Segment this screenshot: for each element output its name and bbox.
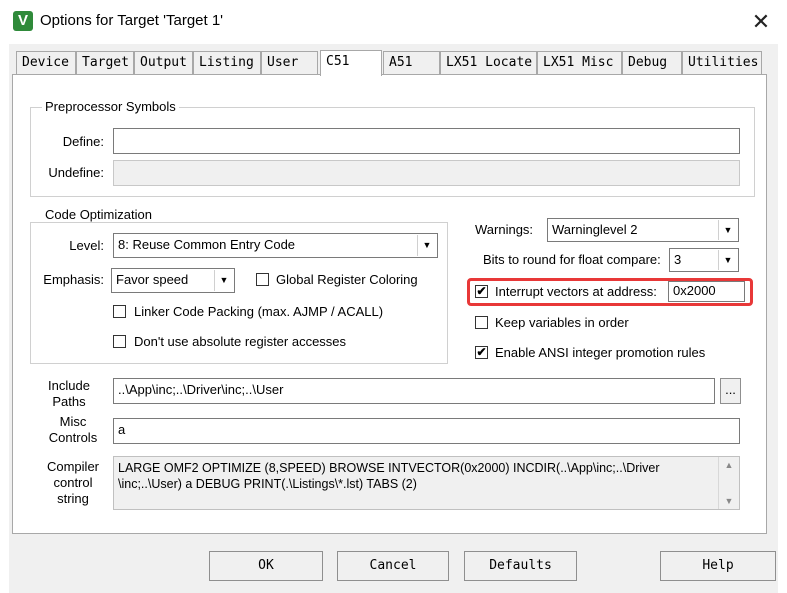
compiler-control-label: Compiler control string (40, 459, 106, 507)
tab-user[interactable]: User (261, 51, 318, 74)
compiler-label-line3: string (57, 491, 89, 506)
global-register-checkbox[interactable] (256, 273, 269, 286)
linker-packing-checkbox[interactable] (113, 305, 126, 318)
compiler-line-2: \inc;..\User) a DEBUG PRINT(.\Listings\*… (118, 477, 417, 491)
include-paths-label: Include Paths (40, 378, 98, 410)
ansi-promotion-label: Enable ANSI integer promotion rules (495, 345, 706, 360)
preprocessor-legend: Preprocessor Symbols (42, 99, 179, 114)
include-paths-input[interactable]: ..\App\inc;..\Driver\inc;..\User (113, 378, 715, 404)
keep-variables-checkbox[interactable] (475, 316, 488, 329)
keil-uvision-icon: V (13, 11, 33, 31)
emphasis-select[interactable]: Favor speed ▼ (111, 268, 235, 293)
level-value: 8: Reuse Common Entry Code (118, 237, 296, 252)
tab-c51[interactable]: C51 (320, 50, 382, 76)
chevron-down-icon[interactable]: ▼ (718, 220, 737, 240)
chevron-down-icon[interactable]: ▼ (214, 270, 233, 291)
compiler-control-string: LARGE OMF2 OPTIMIZE (8,SPEED) BROWSE INT… (113, 456, 740, 510)
tab-lx51-locate[interactable]: LX51 Locate (440, 51, 537, 74)
tab-utilities[interactable]: Utilities (682, 51, 762, 74)
emphasis-value: Favor speed (116, 272, 189, 287)
scroll-up-icon[interactable]: ▲ (719, 457, 739, 473)
dont-use-abs-checkbox[interactable] (113, 335, 126, 348)
code-optimization-legend: Code Optimization (42, 207, 155, 222)
emphasis-label: Emphasis: (43, 272, 104, 287)
compiler-string-scrollbar[interactable]: ▲ ▼ (718, 457, 739, 509)
level-select[interactable]: 8: Reuse Common Entry Code ▼ (113, 233, 438, 258)
compiler-line-1: LARGE OMF2 OPTIMIZE (8,SPEED) BROWSE INT… (118, 461, 660, 475)
tab-target[interactable]: Target (76, 51, 134, 74)
tab-device[interactable]: Device (16, 51, 76, 74)
include-label-line1: Include (48, 378, 90, 393)
bits-round-select[interactable]: 3 ▼ (669, 248, 739, 272)
tab-lx51-misc[interactable]: LX51 Misc (537, 51, 622, 74)
scroll-track[interactable] (719, 473, 739, 493)
tab-a51[interactable]: A51 (383, 51, 440, 74)
linker-packing-label: Linker Code Packing (max. AJMP / ACALL) (134, 304, 384, 319)
misc-controls-input[interactable]: a (113, 418, 740, 444)
close-icon[interactable]: ✕ (746, 8, 776, 36)
bits-round-label: Bits to round for float compare: (483, 252, 661, 267)
global-register-label: Global Register Coloring (276, 272, 418, 287)
warnings-value: Warninglevel 2 (552, 222, 638, 237)
cancel-button[interactable]: Cancel (337, 551, 449, 581)
chevron-down-icon[interactable]: ▼ (718, 250, 737, 270)
help-button[interactable]: Help (660, 551, 776, 581)
define-label: Define: (62, 134, 104, 149)
dont-use-abs-label: Don't use absolute register accesses (134, 334, 347, 349)
include-label-line2: Paths (52, 394, 86, 409)
tab-listing[interactable]: Listing (193, 51, 261, 74)
tab-debug[interactable]: Debug (622, 51, 682, 74)
ok-button[interactable]: OK (209, 551, 323, 581)
compiler-label-line2: control (53, 475, 93, 490)
window-title: Options for Target 'Target 1' (40, 12, 224, 29)
browse-include-button[interactable]: ... (720, 378, 741, 404)
tab-output[interactable]: Output (134, 51, 193, 74)
misc-label-line1: Misc (59, 414, 87, 429)
keep-variables-label: Keep variables in order (495, 315, 629, 330)
undefine-input[interactable] (113, 160, 740, 186)
compiler-label-line1: Compiler (46, 459, 99, 474)
warnings-select[interactable]: Warninglevel 2 ▼ (547, 218, 739, 242)
define-input[interactable] (113, 128, 740, 154)
highlight-annotation (467, 278, 753, 306)
ansi-promotion-checkbox[interactable]: ✔ (475, 346, 488, 359)
level-label: Level: (69, 238, 104, 253)
chevron-down-icon[interactable]: ▼ (417, 235, 436, 256)
bits-round-value: 3 (674, 252, 682, 267)
misc-controls-label: Misc Controls (40, 414, 106, 446)
defaults-button[interactable]: Defaults (464, 551, 577, 581)
warnings-label: Warnings: (475, 222, 534, 237)
undefine-label: Undefine: (48, 165, 104, 180)
misc-label-line2: Controls (48, 430, 98, 445)
scroll-down-icon[interactable]: ▼ (719, 493, 739, 509)
